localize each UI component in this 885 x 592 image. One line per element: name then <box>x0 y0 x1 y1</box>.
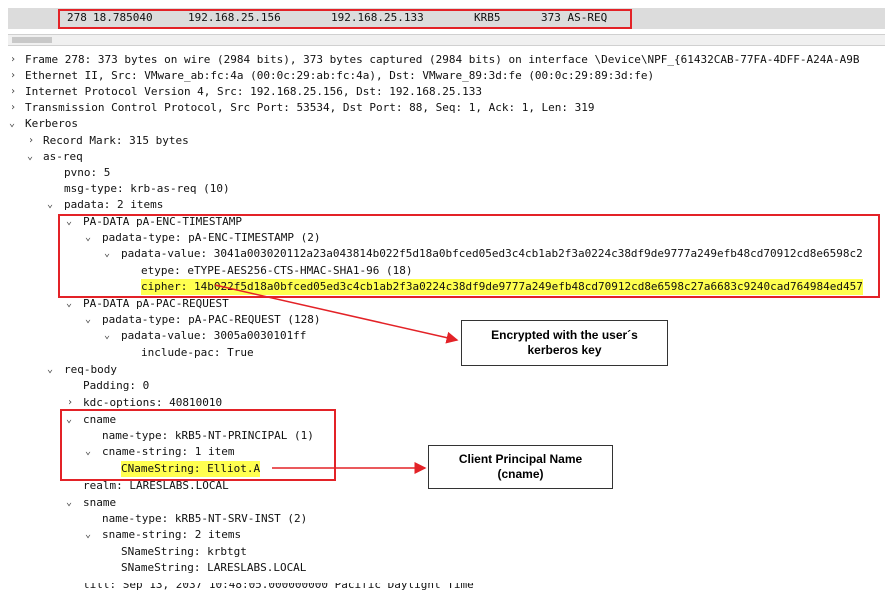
tree-padata-value-2[interactable]: padata-value: 3005a0030101ff <box>121 328 306 344</box>
chevron-down-icon[interactable]: ⌄ <box>104 328 110 344</box>
tree-req-body[interactable]: req-body <box>64 362 117 378</box>
scrollbar-thumb[interactable] <box>12 37 52 43</box>
tree-record-mark[interactable]: Record Mark: 315 bytes <box>43 133 189 149</box>
chevron-right-icon[interactable]: › <box>10 100 16 116</box>
chevron-down-icon[interactable]: ⌄ <box>66 296 72 312</box>
encrypted-callout-line2: kerberos key <box>527 343 602 357</box>
client-principal-callout: Client Principal Name (cname) <box>428 445 613 489</box>
chevron-right-icon[interactable]: › <box>28 133 34 149</box>
tree-as-req[interactable]: as-req <box>43 149 83 165</box>
tree-ip[interactable]: Internet Protocol Version 4, Src: 192.16… <box>25 84 482 100</box>
chevron-down-icon[interactable]: ⌄ <box>47 197 53 213</box>
chevron-down-icon[interactable]: ⌄ <box>66 495 72 511</box>
cname-annotation-box <box>60 409 336 481</box>
tree-include-pac[interactable]: include-pac: True <box>141 345 254 361</box>
chevron-right-icon[interactable]: › <box>10 52 16 68</box>
tree-tcp[interactable]: Transmission Control Protocol, Src Port:… <box>25 100 595 116</box>
tree-padata[interactable]: padata: 2 items <box>64 197 163 213</box>
tree-till[interactable]: till: Sep 13, 2037 10:48:05.000000000 Pa… <box>83 583 474 592</box>
packet-annotation-box <box>58 9 632 29</box>
client-callout-line1: Client Principal Name <box>458 452 583 466</box>
tree-padata-type-2[interactable]: padata-type: pA-PAC-REQUEST (128) <box>102 312 321 328</box>
tree-pvno[interactable]: pvno: 5 <box>64 165 110 181</box>
client-callout-line2: (cname) <box>497 467 544 481</box>
pa-enc-annotation-box <box>58 214 880 298</box>
encrypted-callout-line1: Encrypted with the user´s <box>491 328 638 342</box>
chevron-down-icon[interactable]: ⌄ <box>47 362 53 378</box>
chevron-right-icon[interactable]: › <box>10 84 16 100</box>
tree-pa-pac-request[interactable]: PA-DATA pA-PAC-REQUEST <box>83 296 229 312</box>
packet-list: 278 18.785040 192.168.25.156 192.168.25.… <box>0 0 885 34</box>
chevron-right-icon[interactable]: › <box>10 68 16 84</box>
tree-sname[interactable]: sname <box>83 495 116 511</box>
encrypted-callout: Encrypted with the user´s kerberos key <box>461 320 668 366</box>
tree-msg-type[interactable]: msg-type: krb-as-req (10) <box>64 181 230 197</box>
tree-frame[interactable]: Frame 278: 373 bytes on wire (2984 bits)… <box>25 52 859 68</box>
tree-sname-string[interactable]: sname-string: 2 items <box>102 527 241 543</box>
tree-ethernet[interactable]: Ethernet II, Src: VMware_ab:fc:4a (00:0c… <box>25 68 654 84</box>
chevron-down-icon[interactable]: ⌄ <box>27 149 33 165</box>
tree-sname-value-1[interactable]: SNameString: krbtgt <box>121 544 247 560</box>
chevron-down-icon[interactable]: ⌄ <box>9 116 15 132</box>
horizontal-scrollbar[interactable] <box>8 34 885 46</box>
tree-padding[interactable]: Padding: 0 <box>83 378 149 394</box>
tree-kerberos[interactable]: Kerberos <box>25 116 78 132</box>
chevron-down-icon[interactable]: ⌄ <box>85 312 91 328</box>
tree-sname-value-2[interactable]: SNameString: LARESLABS.LOCAL <box>121 560 306 576</box>
tree-name-type-2[interactable]: name-type: kRB5-NT-SRV-INST (2) <box>102 511 307 527</box>
wireshark-window: 278 18.785040 192.168.25.156 192.168.25.… <box>0 0 885 592</box>
packet-details-tree: › Frame 278: 373 bytes on wire (2984 bit… <box>0 47 885 592</box>
chevron-down-icon[interactable]: ⌄ <box>85 527 91 543</box>
